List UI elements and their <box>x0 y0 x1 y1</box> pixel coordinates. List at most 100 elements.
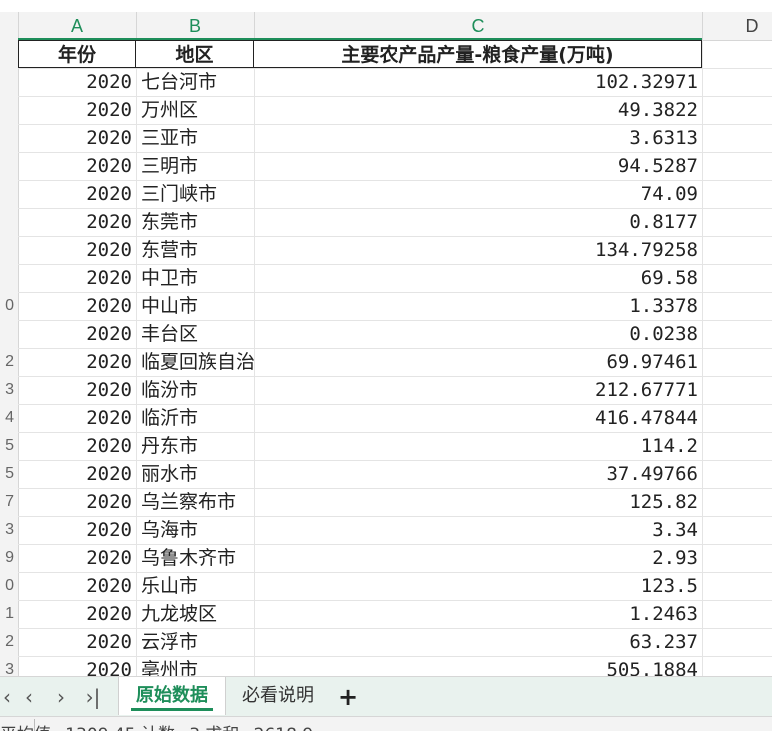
cell-value[interactable]: 1.3378 <box>254 292 702 320</box>
cell-region[interactable]: 临汾市 <box>136 376 254 404</box>
cell-year[interactable]: 2020 <box>18 236 136 264</box>
column-header-a[interactable]: A <box>18 12 137 40</box>
cell-value[interactable]: 123.5 <box>254 572 702 600</box>
cell-region[interactable]: 丽水市 <box>136 460 254 488</box>
row-number[interactable] <box>0 320 14 348</box>
cell-value[interactable]: 49.3822 <box>254 96 702 124</box>
column-header-b[interactable]: B <box>136 12 255 40</box>
row-number[interactable] <box>0 40 14 68</box>
cell-year[interactable]: 2020 <box>18 488 136 516</box>
cell-region[interactable]: 临沂市 <box>136 404 254 432</box>
row-number[interactable]: 5 <box>0 460 14 488</box>
cell-value[interactable]: 37.49766 <box>254 460 702 488</box>
empty-cell[interactable] <box>702 432 772 460</box>
empty-cell[interactable] <box>702 348 772 376</box>
add-sheet-icon[interactable]: + <box>334 683 362 711</box>
nav-prev-icon[interactable]: ‹ <box>18 683 40 711</box>
empty-cell[interactable] <box>702 40 772 68</box>
row-number[interactable] <box>0 264 14 292</box>
row-number[interactable] <box>0 236 14 264</box>
cell-region[interactable]: 三明市 <box>136 152 254 180</box>
empty-cell[interactable] <box>702 376 772 404</box>
cell-region[interactable]: 九龙坡区 <box>136 600 254 628</box>
cell-region[interactable]: 临夏回族自治州 <box>136 348 254 376</box>
row-number[interactable] <box>0 180 14 208</box>
cell-region[interactable]: 乌海市 <box>136 516 254 544</box>
empty-cell[interactable] <box>702 572 772 600</box>
row-number[interactable] <box>0 152 14 180</box>
cell-region[interactable]: 三亚市 <box>136 124 254 152</box>
cell-value[interactable]: 212.67771 <box>254 376 702 404</box>
cell-value[interactable]: 3.34 <box>254 516 702 544</box>
cell-year[interactable]: 2020 <box>18 432 136 460</box>
empty-cell[interactable] <box>702 404 772 432</box>
cell-year[interactable]: 2020 <box>18 544 136 572</box>
cell-value[interactable]: 416.47844 <box>254 404 702 432</box>
cell-year[interactable]: 2020 <box>18 152 136 180</box>
cell-region[interactable]: 七台河市 <box>136 68 254 96</box>
row-number[interactable]: 2 <box>0 348 14 376</box>
cell-value[interactable]: 69.58 <box>254 264 702 292</box>
empty-cell[interactable] <box>702 264 772 292</box>
cell-year[interactable]: 2020 <box>18 656 136 676</box>
cell-value[interactable]: 2.93 <box>254 544 702 572</box>
cell-region[interactable]: 万州区 <box>136 96 254 124</box>
header-cell-value[interactable]: 主要农产品产量-粮食产量(万吨) <box>254 40 702 68</box>
empty-cell[interactable] <box>702 628 772 656</box>
empty-cell[interactable] <box>702 124 772 152</box>
empty-cell[interactable] <box>702 208 772 236</box>
row-number[interactable] <box>0 208 14 236</box>
cell-region[interactable]: 乌兰察布市 <box>136 488 254 516</box>
row-number[interactable]: 3 <box>0 376 14 404</box>
cell-year[interactable]: 2020 <box>18 320 136 348</box>
cell-year[interactable]: 2020 <box>18 376 136 404</box>
row-number[interactable]: 2 <box>0 628 14 656</box>
cell-year[interactable]: 2020 <box>18 572 136 600</box>
cell-year[interactable]: 2020 <box>18 208 136 236</box>
row-number[interactable]: 3 <box>0 656 14 676</box>
cell-value[interactable]: 0.8177 <box>254 208 702 236</box>
nav-first-icon[interactable]: ‹ <box>0 683 18 711</box>
empty-cell[interactable] <box>702 544 772 572</box>
row-number[interactable] <box>0 68 14 96</box>
cell-year[interactable]: 2020 <box>18 180 136 208</box>
cell-region[interactable]: 东莞市 <box>136 208 254 236</box>
row-number[interactable] <box>0 96 14 124</box>
cell-year[interactable]: 2020 <box>18 516 136 544</box>
cell-year[interactable]: 2020 <box>18 460 136 488</box>
cell-value[interactable]: 3.6313 <box>254 124 702 152</box>
empty-cell[interactable] <box>702 656 772 676</box>
empty-cell[interactable] <box>702 292 772 320</box>
cell-region[interactable]: 云浮市 <box>136 628 254 656</box>
nav-last-icon[interactable]: ›| <box>82 683 104 711</box>
cell-value[interactable]: 102.32971 <box>254 68 702 96</box>
row-number[interactable]: 0 <box>0 292 14 320</box>
cell-value[interactable]: 94.5287 <box>254 152 702 180</box>
select-all-corner[interactable] <box>0 12 19 40</box>
cell-year[interactable]: 2020 <box>18 348 136 376</box>
row-number[interactable]: 0 <box>0 572 14 600</box>
row-number[interactable]: 7 <box>0 488 14 516</box>
sheet-tab-raw-data[interactable]: 原始数据 <box>118 677 226 715</box>
cell-year[interactable]: 2020 <box>18 404 136 432</box>
column-header-c[interactable]: C <box>254 12 703 40</box>
cell-year[interactable]: 2020 <box>18 600 136 628</box>
empty-cell[interactable] <box>702 96 772 124</box>
nav-next-icon[interactable]: › <box>50 683 72 711</box>
cell-region[interactable]: 乐山市 <box>136 572 254 600</box>
row-number[interactable]: 4 <box>0 404 14 432</box>
cell-region[interactable]: 乌鲁木齐市 <box>136 544 254 572</box>
cell-value[interactable]: 74.09 <box>254 180 702 208</box>
sheet-tab-instructions[interactable]: 必看说明 <box>232 677 324 715</box>
cell-year[interactable]: 2020 <box>18 96 136 124</box>
column-header-d[interactable]: D <box>702 12 772 40</box>
row-number[interactable] <box>0 124 14 152</box>
empty-cell[interactable] <box>702 516 772 544</box>
cell-value[interactable]: 1.2463 <box>254 600 702 628</box>
cell-region[interactable]: 丰台区 <box>136 320 254 348</box>
row-number[interactable]: 1 <box>0 600 14 628</box>
header-cell-region[interactable]: 地区 <box>136 40 254 68</box>
cell-value[interactable]: 505.1884 <box>254 656 702 676</box>
cell-year[interactable]: 2020 <box>18 628 136 656</box>
cell-year[interactable]: 2020 <box>18 124 136 152</box>
